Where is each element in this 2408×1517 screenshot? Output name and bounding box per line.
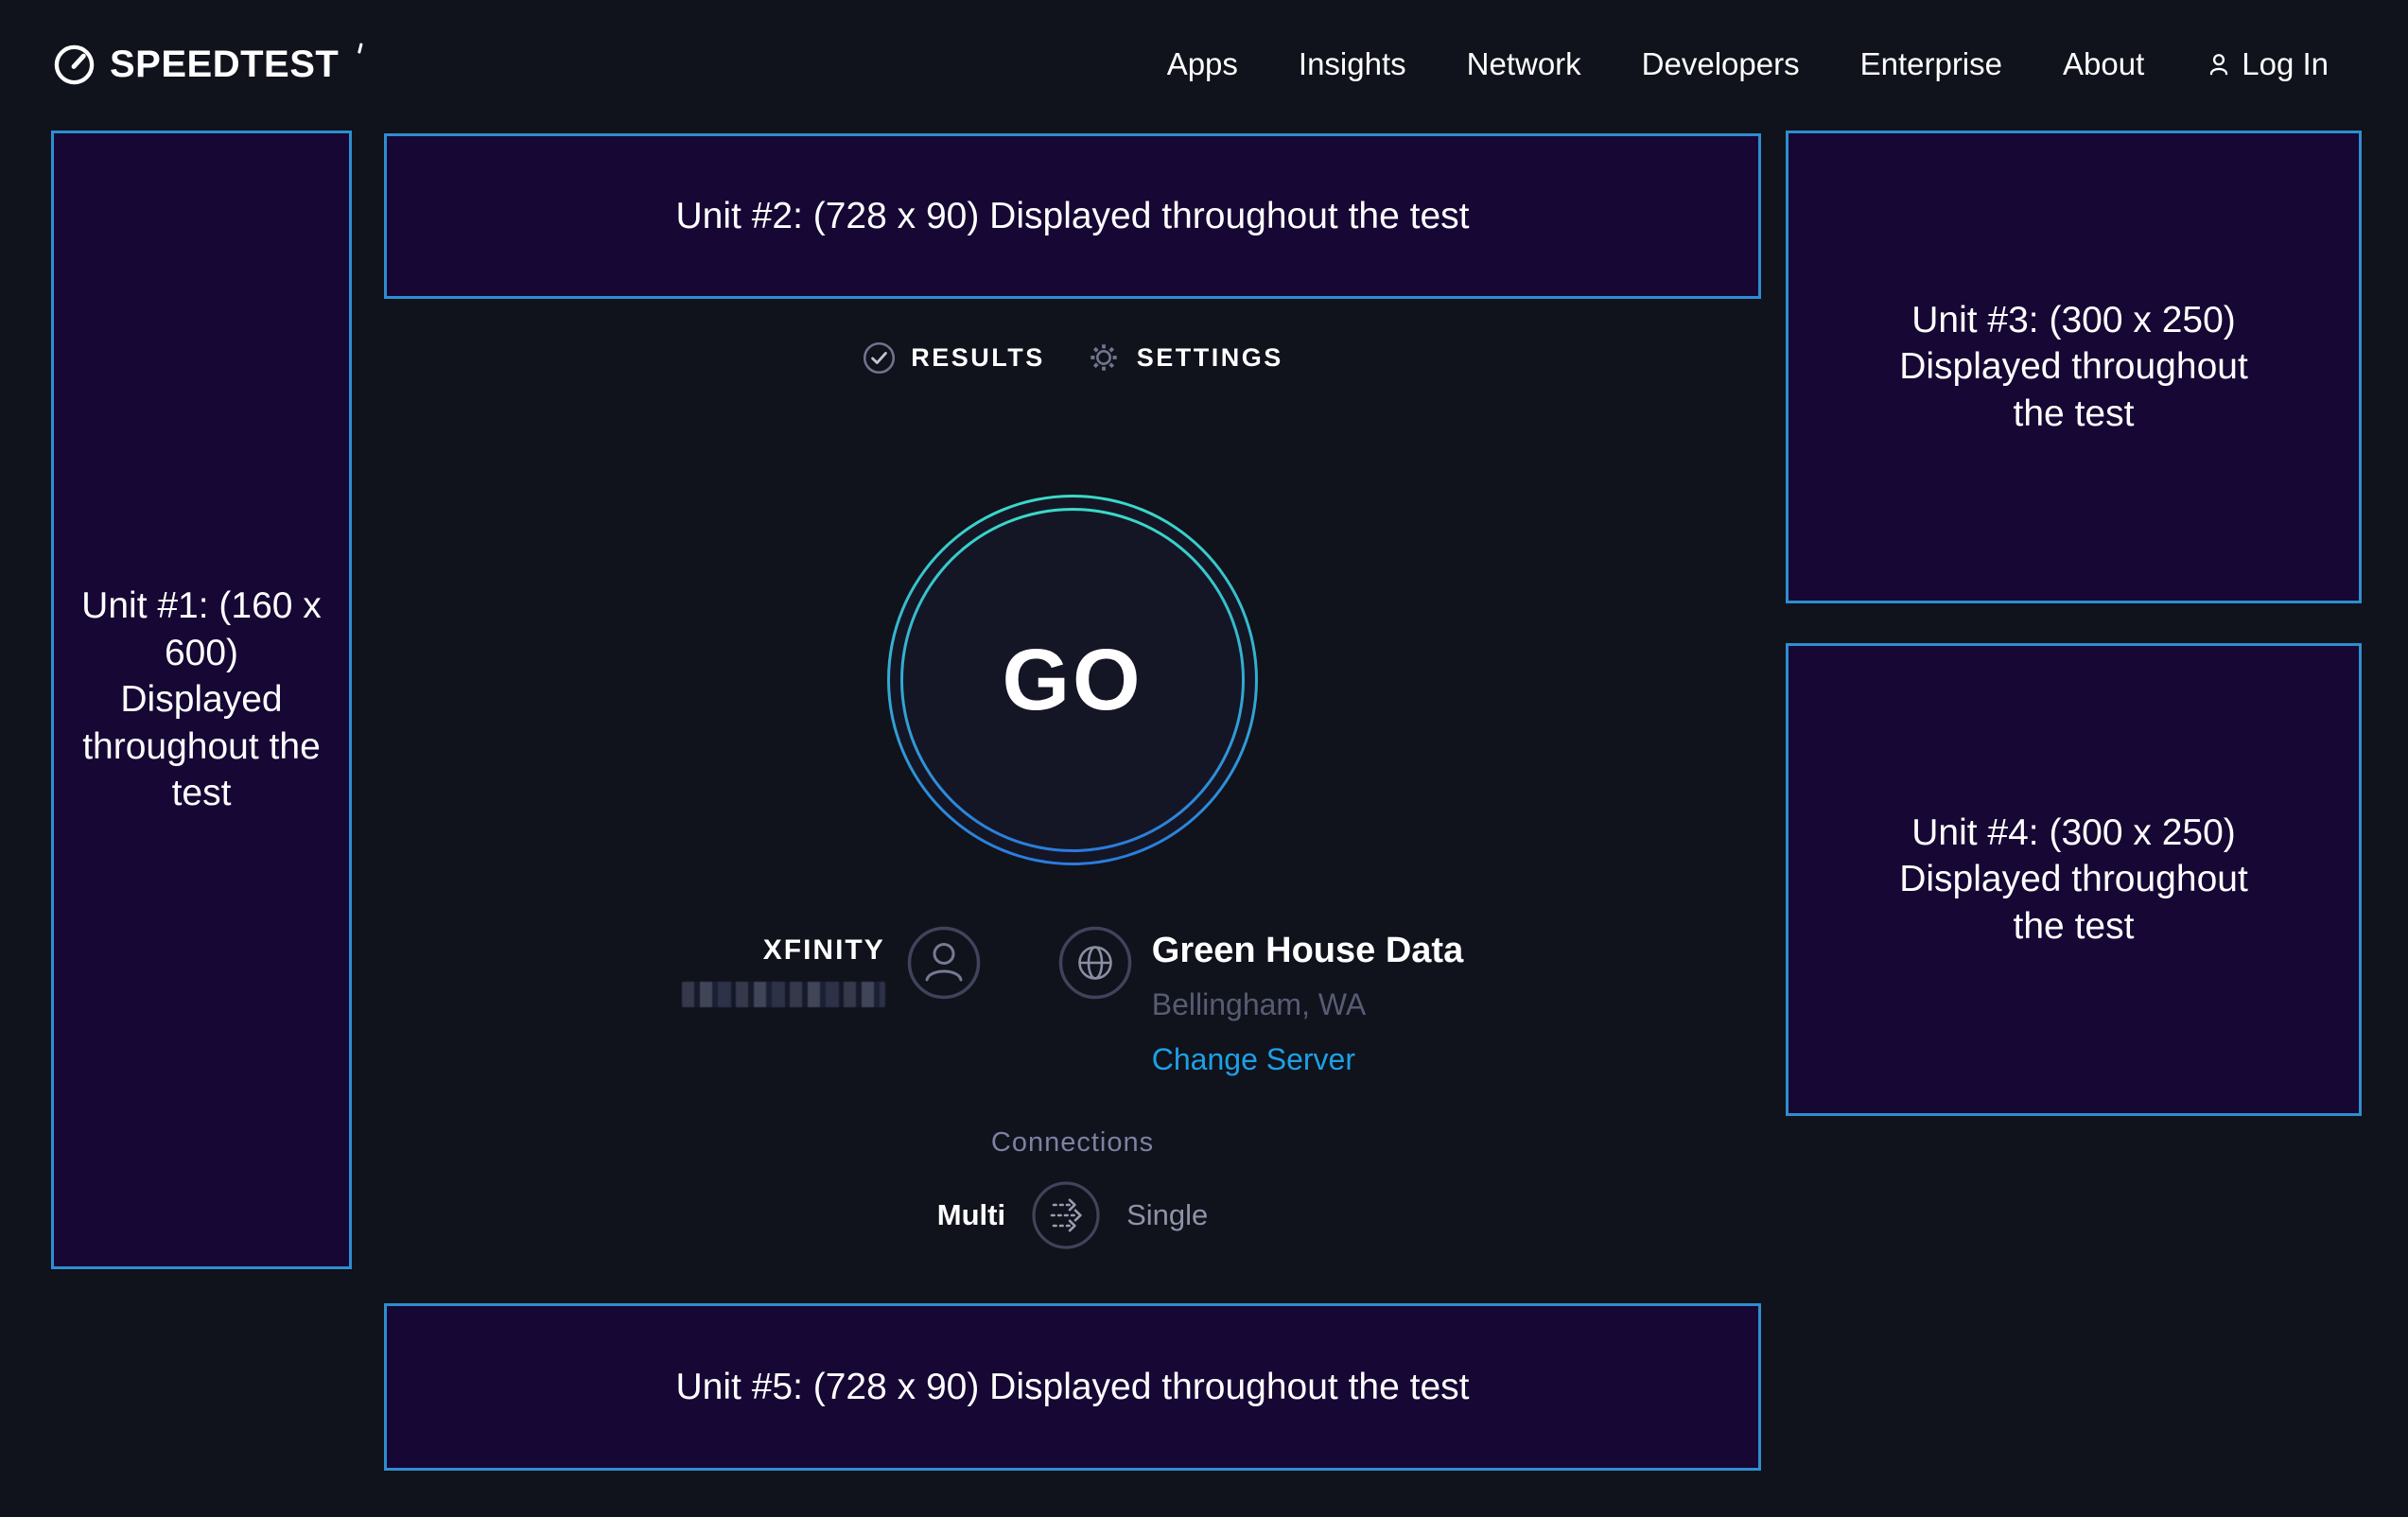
server-name: Green House Data [1152,931,1463,971]
gear-icon [1085,339,1123,376]
ad-unit-1-label: Unit #1: (160 x 600) Displayed throughou… [79,583,324,817]
connections-option-multi[interactable]: Multi [937,1198,1005,1232]
isp-block: XFINITY [682,925,982,1007]
connections-section: Connections Multi Single [384,1127,1761,1251]
connections-toggle: Multi Single [384,1179,1761,1251]
logo-text: SPEEDTEST [110,44,339,86]
trademark-mark [358,43,363,53]
login-label: Log In [2242,46,2329,82]
person-icon [2205,50,2233,78]
connections-option-single[interactable]: Single [1126,1198,1208,1232]
ad-unit-1[interactable]: Unit #1: (160 x 600) Displayed throughou… [51,131,352,1269]
server-location: Bellingham, WA [1152,987,1366,1022]
check-circle-icon [862,340,897,375]
tab-settings-label: SETTINGS [1137,343,1283,373]
tab-results[interactable]: RESULTS [862,340,1045,375]
ad-unit-4-label: Unit #4: (300 x 250) Displayed throughou… [1871,810,2277,950]
connections-label: Connections [384,1127,1761,1159]
gauge-icon [52,43,96,87]
tab-results-label: RESULTS [911,343,1045,373]
isp-name: XFINITY [763,934,885,967]
ad-unit-3-label: Unit #3: (300 x 250) Displayed throughou… [1871,297,2277,438]
nav-item-enterprise[interactable]: Enterprise [1860,46,2002,82]
login-button[interactable]: Log In [2205,46,2329,82]
redacted-ip-text [682,982,885,1007]
multi-connections-toggle-icon[interactable] [1030,1179,1102,1251]
person-circle-icon [906,925,982,1001]
globe-circle-icon [1057,925,1133,1001]
connection-info-row: XFINITY Green House Data [384,925,1761,1077]
speedtest-logo[interactable]: SPEEDTEST [52,43,358,87]
go-label: GO [887,495,1258,865]
tab-settings[interactable]: SETTINGS [1085,339,1283,376]
go-button[interactable]: GO [887,495,1258,865]
change-server-link[interactable]: Change Server [1152,1042,1355,1077]
ad-unit-4[interactable]: Unit #4: (300 x 250) Displayed throughou… [1786,643,2362,1116]
ad-unit-3[interactable]: Unit #3: (300 x 250) Displayed throughou… [1786,131,2362,603]
nav-item-about[interactable]: About [2063,46,2144,82]
speedtest-page: SPEEDTEST Apps Insights Network Develope… [0,0,2408,1517]
server-block: Green House Data Bellingham, WA Change S… [1057,925,1463,1077]
test-panel: RESULTS [384,0,1761,1517]
view-tabs: RESULTS [384,339,1761,376]
